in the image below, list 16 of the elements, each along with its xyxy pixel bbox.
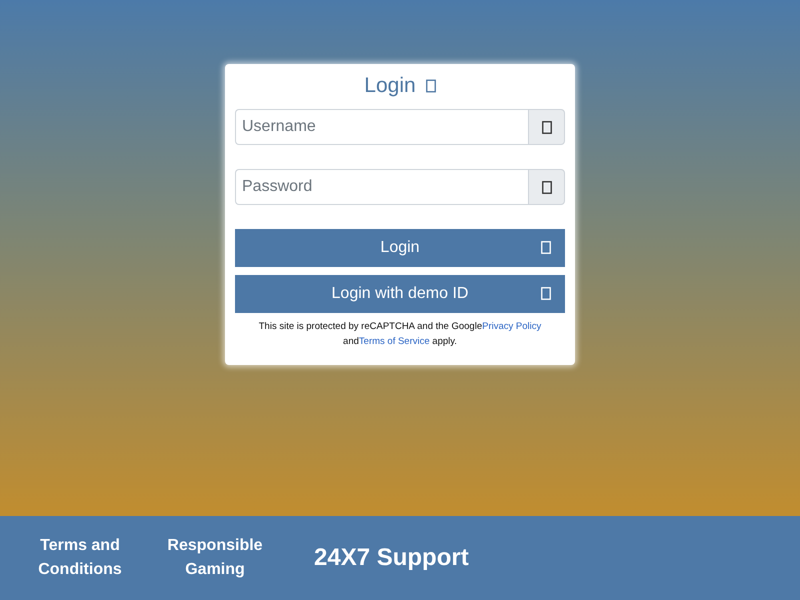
password-field[interactable]: Password <box>235 169 528 205</box>
support-link[interactable]: 24X7 Support <box>314 544 469 572</box>
login-title: Login <box>364 74 416 98</box>
footer-link[interactable]: Responsible Gaming <box>160 534 270 582</box>
login-button[interactable]: Login <box>235 229 565 267</box>
square-outline-icon <box>541 241 551 254</box>
username-field[interactable]: Username <box>235 109 528 145</box>
demo-login-button[interactable]: Login with demo ID <box>235 275 565 313</box>
square-outline-icon <box>542 120 552 134</box>
recaptcha-notice: This site is protected by reCAPTCHA and the GooglePrivacy Policy andTerms of Service apply. <box>258 320 542 349</box>
square-outline-icon <box>541 287 551 300</box>
privacy-policy-link[interactable]: Privacy Policy <box>482 321 542 332</box>
square-outline-icon <box>542 180 552 194</box>
terms-of-service-link[interactable]: Terms of Service <box>358 336 430 347</box>
square-outline-icon <box>426 79 436 93</box>
footer-link[interactable]: Terms and Conditions <box>30 534 130 582</box>
